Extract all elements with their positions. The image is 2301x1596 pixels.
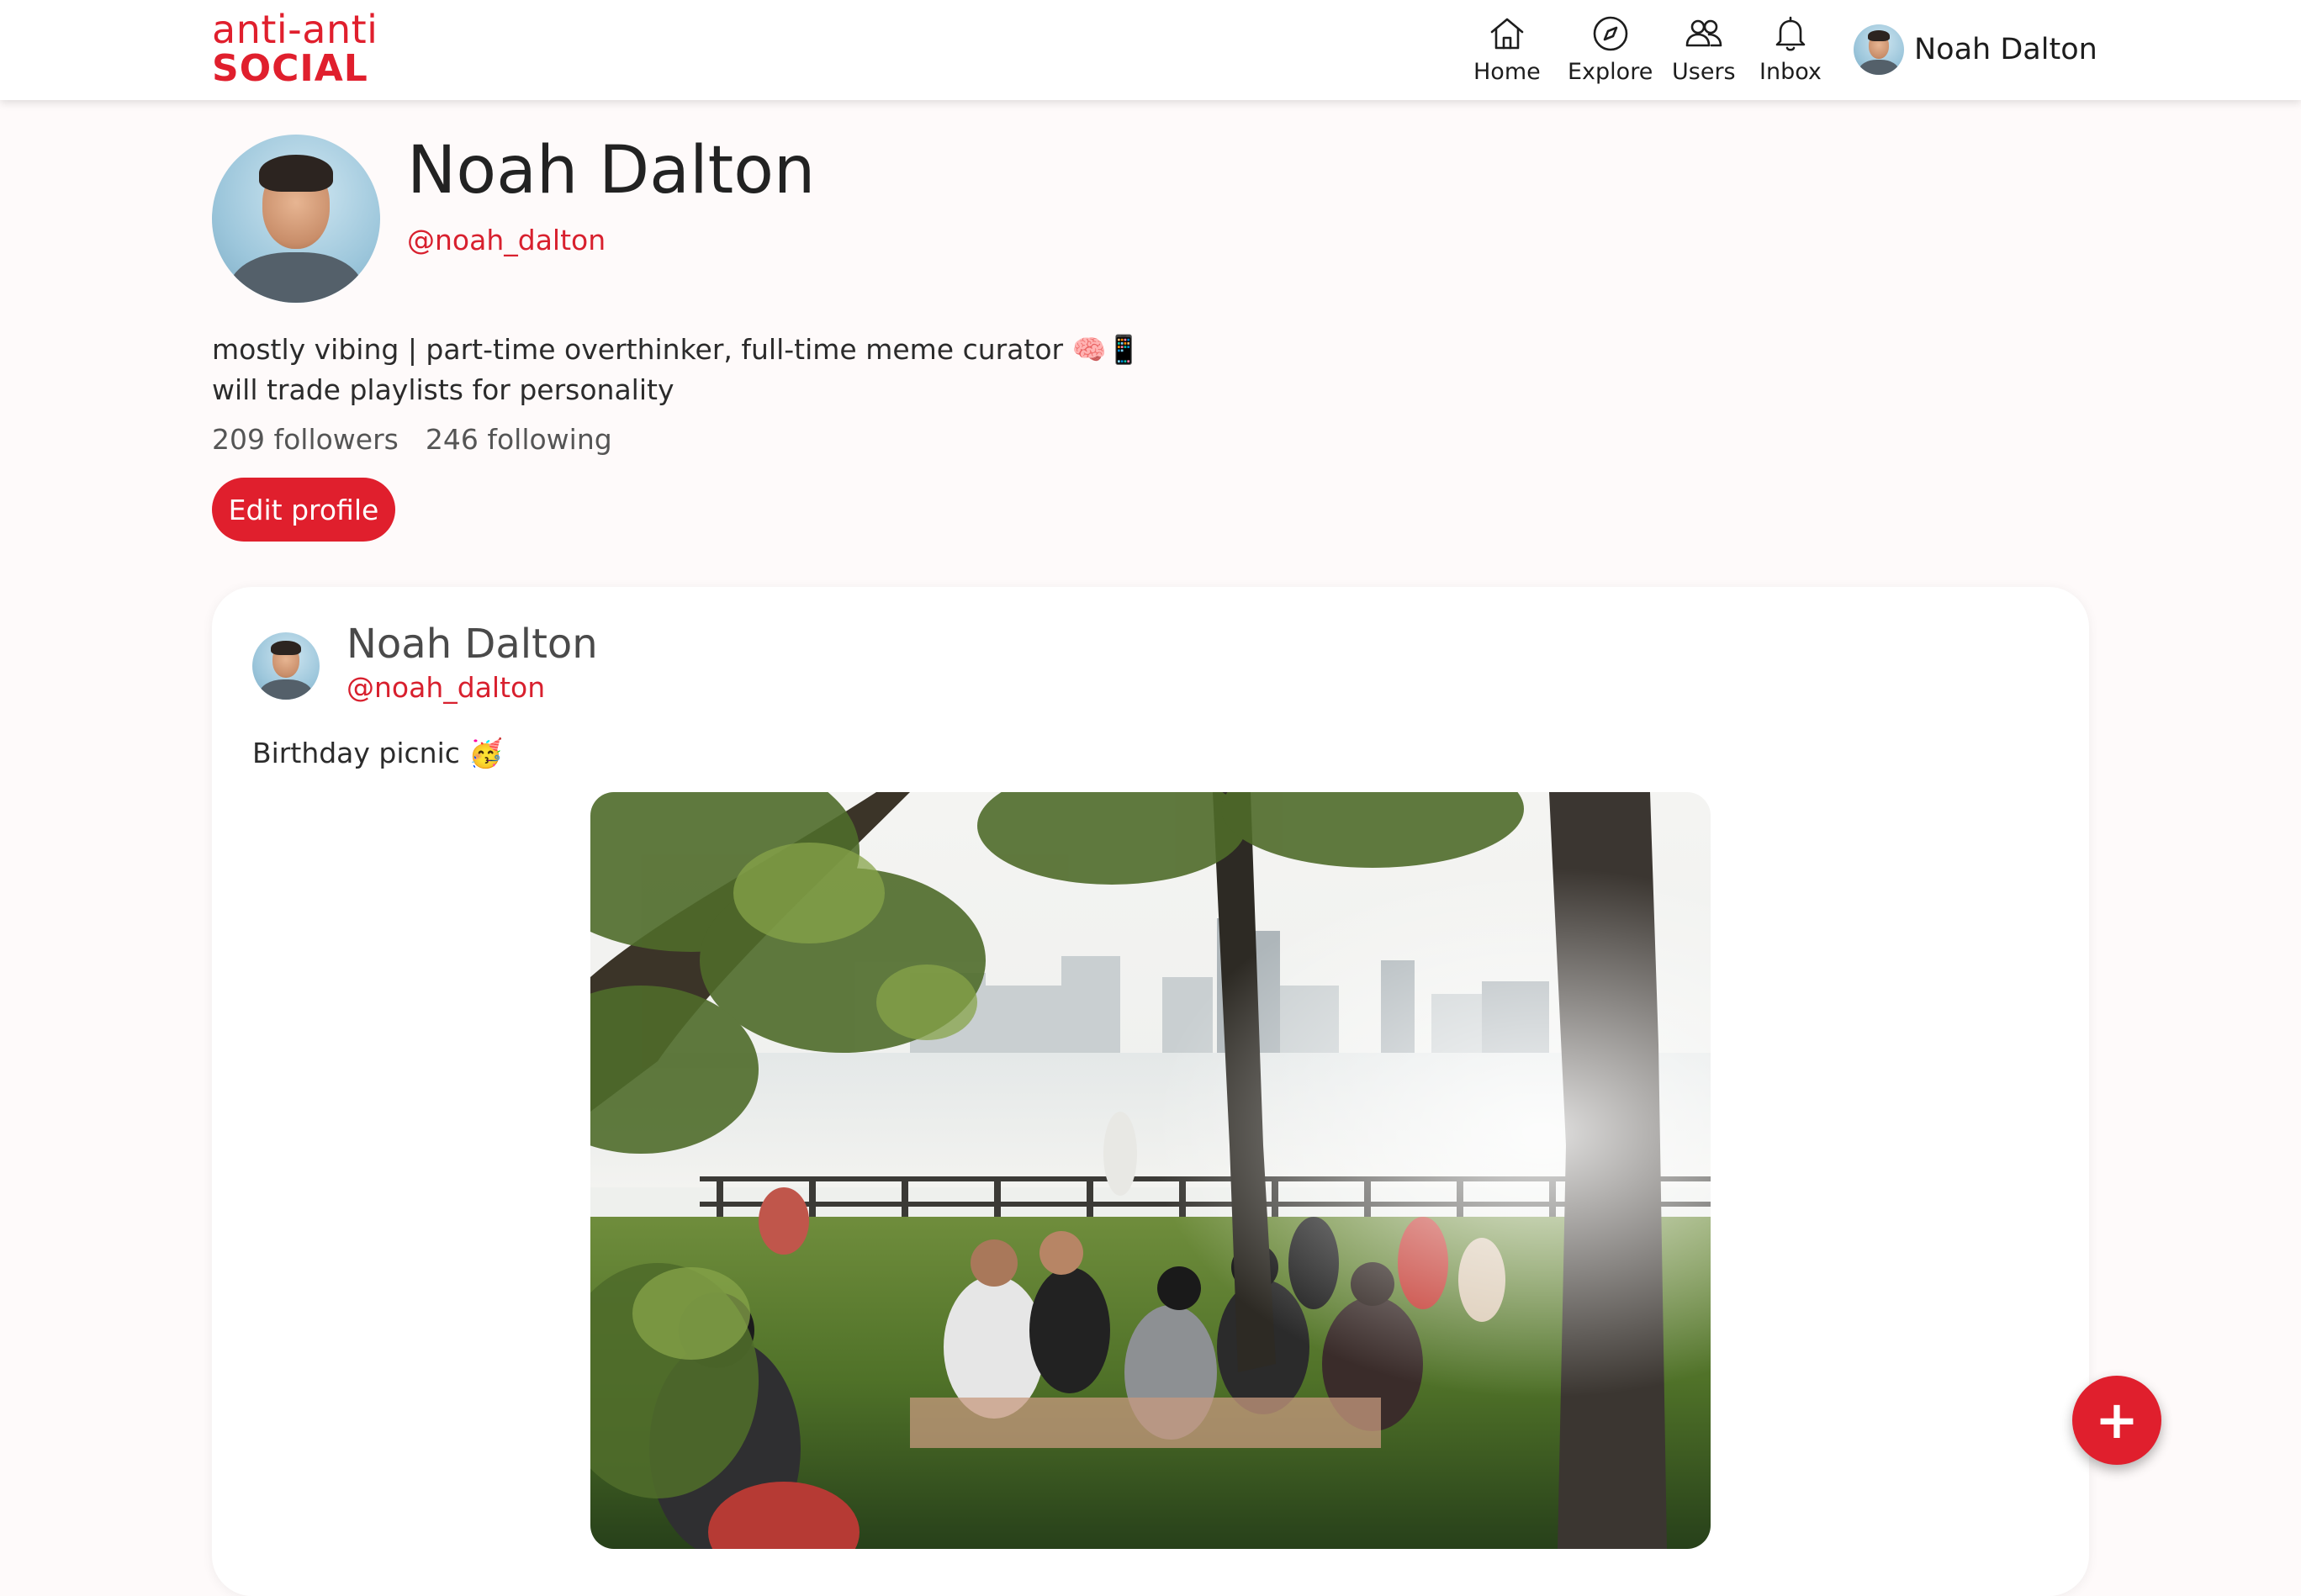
avatar — [1854, 24, 1904, 75]
profile-bio: mostly vibing | part-time overthinker, f… — [212, 330, 1141, 410]
post-card: Noah Dalton @noah_dalton Birthday picnic… — [212, 587, 2089, 1596]
compass-icon — [1593, 16, 1627, 51]
profile-handle: @noah_dalton — [407, 224, 606, 256]
logo-text-top: anti-anti — [212, 7, 378, 52]
nav-inbox[interactable]: Inbox — [1759, 13, 1822, 89]
post-text: Birthday picnic 🥳 — [252, 737, 504, 769]
logo-text-bottom: SOCIAL — [212, 47, 368, 90]
app-logo[interactable]: anti-anti SOCIAL — [212, 10, 378, 87]
post-author-name[interactable]: Noah Dalton — [346, 621, 598, 668]
bio-line: mostly vibing | part-time overthinker, f… — [212, 333, 1141, 366]
create-post-button[interactable]: + — [2072, 1376, 2161, 1465]
profile-avatar — [212, 135, 380, 303]
profile-name: Noah Dalton — [407, 133, 816, 209]
users-icon — [1685, 19, 1722, 47]
follow-counts: 209 followers 246 following — [212, 423, 612, 456]
nav-explore[interactable]: Explore — [1568, 13, 1653, 89]
nav-users-label: Users — [1672, 59, 1736, 85]
post-photo[interactable] — [590, 792, 1711, 1549]
bell-icon — [1775, 16, 1806, 51]
nav-home-label: Home — [1473, 59, 1541, 85]
nav-explore-label: Explore — [1568, 59, 1653, 85]
bio-line: will trade playlists for personality — [212, 373, 674, 406]
post-author-avatar[interactable] — [252, 632, 320, 700]
nav-home[interactable]: Home — [1473, 13, 1541, 89]
current-user-name: Noah Dalton — [1914, 33, 2097, 66]
nav-users[interactable]: Users — [1672, 13, 1736, 89]
top-navbar: anti-anti SOCIAL Home Explore Users Inbo… — [0, 0, 2301, 100]
nav-inbox-label: Inbox — [1759, 59, 1822, 85]
edit-profile-button[interactable]: Edit profile — [212, 478, 395, 542]
picnic-photo-illustration — [590, 792, 1711, 1549]
followers-count[interactable]: 209 followers — [212, 423, 399, 456]
post-author-handle[interactable]: @noah_dalton — [346, 671, 545, 704]
following-count[interactable]: 246 following — [426, 423, 612, 456]
home-icon — [1490, 18, 1524, 50]
current-user-menu[interactable]: Noah Dalton — [1854, 24, 2097, 76]
